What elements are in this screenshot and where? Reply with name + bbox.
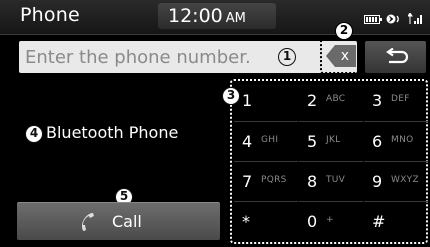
callout-2: 2 [335, 22, 353, 40]
call-label: Call [112, 212, 142, 231]
key-digit: 7 [242, 172, 253, 191]
key-4[interactable]: 4 GHI [234, 121, 298, 161]
backspace-icon: x [326, 45, 356, 67]
key-digit: 4 [242, 132, 253, 151]
key-digit: * [242, 212, 250, 231]
callout-3: 3 [222, 87, 240, 105]
key-8[interactable]: 8 TUV [299, 161, 363, 201]
bluetooth-phone-label: Bluetooth Phone [46, 123, 179, 142]
key-0[interactable]: 0 + [299, 201, 363, 241]
phone-number-input[interactable] [19, 41, 357, 73]
key-2[interactable]: 2 ABC [299, 81, 363, 121]
clear-button[interactable]: x [320, 38, 362, 74]
key-letters: PQRS [261, 175, 287, 185]
key-9[interactable]: 9 WXYZ [364, 161, 428, 201]
key-3[interactable]: 3 DEF [364, 81, 428, 121]
call-button[interactable]: Call [17, 202, 220, 240]
key-digit: 9 [372, 172, 383, 191]
key-7[interactable]: 7 PQRS [234, 161, 298, 201]
key-digit: # [372, 212, 386, 231]
dial-keypad: 1 2 ABC 3 DEF 4 GHI 5 JKL 6 MNO 7 PQRS 8… [230, 79, 428, 244]
back-arrow-icon [385, 48, 408, 64]
key-letters: + [326, 215, 334, 225]
key-5[interactable]: 5 JKL [299, 121, 363, 161]
key-letters: ABC [326, 94, 346, 104]
key-letters: JKL [326, 135, 341, 145]
key-letters: GHI [261, 135, 279, 145]
clock-time: 12:00 [168, 5, 223, 27]
signal-icon [408, 13, 422, 24]
clock: 12:00 AM [158, 3, 276, 29]
key-digit: 5 [307, 132, 318, 151]
key-1[interactable]: 1 [234, 81, 298, 121]
callout-1: 1 [278, 48, 296, 66]
key-digit: 3 [372, 91, 383, 110]
clock-ampm: AM [225, 11, 246, 26]
status-icons [364, 12, 424, 26]
key-letters: MNO [391, 135, 414, 145]
key-letters: DEF [391, 94, 410, 104]
key-hash[interactable]: # [364, 201, 428, 241]
key-digit: 2 [307, 91, 318, 110]
key-digit: 6 [372, 132, 383, 151]
key-star[interactable]: * [234, 201, 298, 241]
key-letters: WXYZ [391, 175, 419, 185]
app-title: Phone [20, 4, 80, 26]
callout-4: 4 [25, 125, 43, 143]
status-bar: Phone 12:00 AM [0, 0, 430, 35]
battery-icon [364, 14, 382, 24]
phone-handset-icon [82, 213, 94, 231]
key-digit: 8 [307, 172, 318, 191]
key-letters: TUV [326, 175, 346, 185]
key-6[interactable]: 6 MNO [364, 121, 428, 161]
key-digit: 0 [307, 212, 318, 231]
bluetooth-audio-icon [386, 14, 399, 24]
key-digit: 1 [242, 91, 253, 110]
back-button[interactable] [365, 41, 426, 73]
